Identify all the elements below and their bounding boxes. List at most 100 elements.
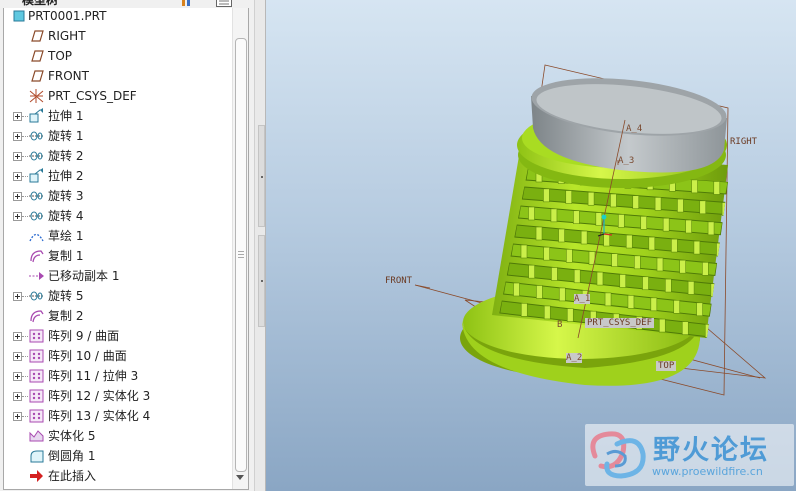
expand-toggle-icon[interactable] [13,352,22,361]
splitter-handle[interactable] [258,125,265,227]
tree-item[interactable]: RIGHT [4,26,232,46]
tree-item-label: 在此插入 [48,469,97,483]
tree-item-label: 拉伸 2 [48,169,84,183]
tree-item-label: 实体化 5 [48,429,96,443]
expand-toggle-icon[interactable] [13,332,22,341]
datum-label-top[interactable]: TOP [656,361,677,371]
expand-toggle-icon[interactable] [13,412,22,421]
datum-plane-icon [28,68,45,84]
tree-item-label: PRT_CSYS_DEF [48,89,137,103]
tree-item-label: 旋转 4 [48,209,84,223]
tree-item-label: 阵列 13 / 实体化 4 [48,409,151,423]
tree-item[interactable]: 旋转 2 [4,146,232,166]
tree-item-label: 已移动副本 1 [48,269,120,283]
tree-item[interactable]: 草绘 1 [4,226,232,246]
forum-watermark: 野火论坛 www.proewildfire.cn [585,424,794,486]
solidify-icon [28,428,45,444]
tree-item[interactable]: 拉伸 2 [4,166,232,186]
wildfire-logo-icon [590,431,646,479]
revolve-icon [28,188,45,204]
point-label-b[interactable]: B [557,320,562,330]
pattern-icon [28,368,45,384]
axis-label-a3[interactable]: A_3 [618,156,634,166]
scrollbar-thumb[interactable] [235,38,247,472]
expand-toggle-icon[interactable] [13,132,22,141]
expand-toggle-icon[interactable] [13,152,22,161]
splitter-handle[interactable] [258,235,265,327]
tree-item-label: 旋转 5 [48,289,84,303]
part-icon [11,8,28,24]
tree-item[interactable]: 复制 1 [4,246,232,266]
tree-item[interactable]: FRONT [4,66,232,86]
scroll-down-arrow-icon[interactable] [236,475,244,480]
tree-item-label: 阵列 9 / 曲面 [48,329,120,343]
tree-item[interactable]: 拉伸 1 [4,106,232,126]
tree-item[interactable]: 旋转 3 [4,186,232,206]
tree-settings-icon[interactable] [216,0,232,7]
sketch-icon [28,228,45,244]
model-tree[interactable]: PRT0001.PRT RIGHT TOP FRONT PRT_CSYS_DEF 拉伸 1… [3,8,249,490]
tree-item[interactable]: 复制 2 [4,306,232,326]
watermark-url: www.proewildfire.cn [652,465,763,478]
panel-title: 模型树 [22,0,59,7]
expand-toggle-icon[interactable] [13,212,22,221]
tree-scrollbar[interactable] [232,8,248,489]
tree-item-label: 复制 1 [48,249,84,263]
round-icon [28,448,45,464]
panel-splitter[interactable] [254,0,266,491]
tree-item-label: 旋转 3 [48,189,84,203]
axis-label-a2[interactable]: A_2 [566,353,583,363]
datum-plane-icon [28,48,45,64]
tree-item-label: 旋转 2 [48,149,84,163]
tree-item[interactable]: 阵列 13 / 实体化 4 [4,406,232,426]
tree-item[interactable]: 实体化 5 [4,426,232,446]
tree-item[interactable]: 阵列 10 / 曲面 [4,346,232,366]
expand-toggle-icon[interactable] [13,372,22,381]
tree-item-label: 阵列 11 / 拉伸 3 [48,369,139,383]
axis-label-a1[interactable]: A_1 [574,294,591,304]
expand-toggle-icon[interactable] [13,192,22,201]
tree-root-item[interactable]: PRT0001.PRT [4,8,232,26]
insert-here-arrow-icon [28,468,45,484]
tree-item[interactable]: PRT_CSYS_DEF [4,86,232,106]
tree-item[interactable]: 在此插入 [4,466,232,486]
pattern-icon [28,408,45,424]
show-columns-icon[interactable] [181,0,193,6]
tree-item-label: FRONT [48,69,89,83]
copy-icon [28,308,45,324]
graphics-viewport[interactable]: RIGHT FRONT TOP PRT_CSYS_DEF A_4 A_3 A_1… [266,0,796,491]
pattern-icon [28,348,45,364]
expand-toggle-icon[interactable] [13,292,22,301]
expand-toggle-icon[interactable] [13,112,22,121]
copy-icon [28,248,45,264]
tree-item[interactable]: 旋转 5 [4,286,232,306]
tree-item[interactable]: 阵列 11 / 拉伸 3 [4,366,232,386]
csys-label[interactable]: PRT_CSYS_DEF [585,318,655,328]
extrude-icon [28,168,45,184]
tree-item-label: RIGHT [48,29,86,43]
revolve-icon [28,208,45,224]
tree-item[interactable]: TOP [4,46,232,66]
tree-item[interactable]: 旋转 4 [4,206,232,226]
moved-copy-icon [28,268,45,284]
tree-item-label: PRT0001.PRT [28,9,107,23]
tree-item-label: 复制 2 [48,309,84,323]
revolve-icon [28,288,45,304]
tree-item-label: 拉伸 1 [48,109,84,123]
datum-label-right[interactable]: RIGHT [730,137,757,147]
datum-plane-icon [28,28,45,44]
revolve-icon [28,128,45,144]
tree-item[interactable]: 阵列 12 / 实体化 3 [4,386,232,406]
tree-item-label: TOP [48,49,73,63]
tree-item-label: 倒圆角 1 [48,449,96,463]
watermark-title: 野火论坛 [653,435,769,466]
tree-item[interactable]: 已移动副本 1 [4,266,232,286]
tree-item[interactable]: 倒圆角 1 [4,446,232,466]
axis-label-a4[interactable]: A_4 [626,124,642,134]
tree-item[interactable]: 阵列 9 / 曲面 [4,326,232,346]
expand-toggle-icon[interactable] [13,172,22,181]
tree-item[interactable]: 旋转 1 [4,126,232,146]
expand-toggle-icon[interactable] [13,392,22,401]
datum-label-front[interactable]: FRONT [385,276,412,286]
pattern-icon [28,388,45,404]
